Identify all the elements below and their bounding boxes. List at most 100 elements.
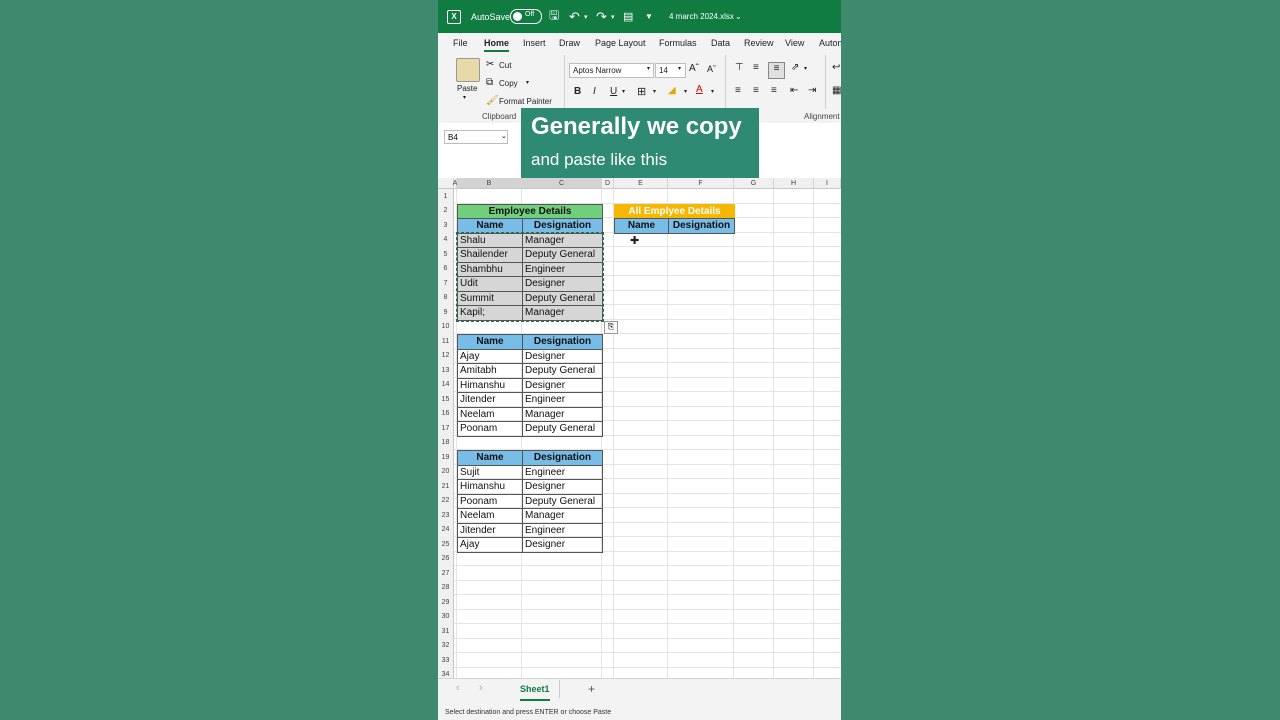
font-color-dropdown-icon[interactable]: ▾ [711,88,714,95]
row-header[interactable]: 7 [438,276,454,291]
add-sheet-button[interactable]: + [588,682,595,696]
row-header[interactable]: 21 [438,479,454,494]
table-cell-designation[interactable]: Deputy General [522,363,603,379]
column-header[interactable]: D [602,178,614,189]
row-header[interactable]: 24 [438,522,454,537]
decrease-indent-icon[interactable]: ⇤ [790,85,798,96]
table-cell-designation[interactable]: Deputy General [522,421,603,437]
cut-label[interactable]: Cut [499,61,511,70]
tab-data[interactable]: Data [711,38,730,48]
table-cell-name[interactable]: Himanshu [457,479,523,495]
row-header[interactable]: 13 [438,363,454,378]
row-header[interactable]: 14 [438,377,454,392]
row-header[interactable]: 9 [438,305,454,320]
paste-label[interactable]: Paste [457,84,477,93]
row-header[interactable]: 10 [438,319,454,334]
table-cell-name[interactable]: Jitender [457,522,523,538]
table-title-all-employee-details[interactable]: All Emplyee Details [614,203,735,219]
tab-review[interactable]: Review [744,38,774,48]
row-header[interactable]: 22 [438,493,454,508]
name-box[interactable]: B4 [444,130,508,144]
filename-chevron-icon[interactable]: ⌄ [735,0,742,33]
tab-insert[interactable]: Insert [523,38,546,48]
table-cell-name[interactable]: Neelam [457,406,523,422]
column-label-name[interactable]: Name [457,334,523,350]
align-left-icon[interactable]: ≡ [735,85,741,96]
row-header[interactable]: 5 [438,247,454,262]
underline-dropdown-icon[interactable]: ▾ [622,88,625,95]
redo-dropdown-icon[interactable]: ▾ [611,0,615,33]
row-header[interactable]: 3 [438,218,454,233]
table-cell-name[interactable]: Poonam [457,421,523,437]
row-header[interactable]: 11 [438,334,454,349]
table-cell-designation[interactable]: Designer [522,479,603,495]
increase-indent-icon[interactable]: ⇥ [808,85,816,96]
copy-dropdown-icon[interactable]: ▾ [526,79,529,86]
row-header[interactable]: 4 [438,232,454,247]
column-header[interactable]: H [774,178,814,189]
column-header[interactable]: C [522,178,602,189]
column-header[interactable]: F [668,178,734,189]
save-icon[interactable]: 🖫 [549,0,559,33]
row-header[interactable]: 20 [438,464,454,479]
fill-color-icon[interactable]: ◢ [668,85,676,96]
copy-icon[interactable]: ⧉ [486,77,493,88]
increase-font-icon[interactable]: Aˆ [689,63,699,74]
orientation-dropdown-icon[interactable]: ▾ [804,65,807,72]
tab-automate[interactable]: Autom [819,38,841,48]
table-cell-designation[interactable]: Manager [522,508,603,524]
tab-formulas[interactable]: Formulas [659,38,697,48]
row-header[interactable]: 1 [438,189,454,204]
row-header[interactable]: 8 [438,290,454,305]
row-header[interactable]: 16 [438,406,454,421]
table-cell-designation[interactable]: Engineer [522,464,603,480]
borders-dropdown-icon[interactable]: ▾ [653,88,656,95]
column-header[interactable]: I [814,178,841,189]
table-cell-designation[interactable]: Designer [522,377,603,393]
column-header[interactable]: B [457,178,522,189]
table-cell-name[interactable]: Ajay [457,348,523,364]
row-header[interactable]: 19 [438,450,454,465]
row-header[interactable]: 33 [438,653,454,668]
align-middle-icon[interactable]: ≡ [753,62,759,73]
merge-icon[interactable]: ▦ [832,85,841,96]
paste-icon[interactable] [456,58,480,82]
table-cell-name[interactable]: Poonam [457,493,523,509]
align-bottom-icon[interactable]: ≡ [768,62,785,79]
customize-qat-icon[interactable]: ▼ [645,0,653,33]
cut-icon[interactable]: ✂ [486,59,494,70]
table-cell-name[interactable]: Sujit [457,464,523,480]
tab-home[interactable]: Home [484,38,510,52]
font-size-select[interactable]: 14 [655,63,686,78]
row-header[interactable]: 29 [438,595,454,610]
align-center-icon[interactable]: ≡ [753,85,759,96]
copy-label[interactable]: Copy [499,79,518,88]
underline-button[interactable]: U [610,86,617,97]
tab-view[interactable]: View [785,38,804,48]
redo-icon[interactable]: ↷ [596,0,607,33]
autosave-toggle[interactable]: Off [510,9,542,24]
column-header[interactable]: E [614,178,668,189]
column-label-designation[interactable]: Designation [522,334,603,350]
column-label-name[interactable]: Name [457,450,523,466]
bold-button[interactable]: B [574,86,581,97]
undo-dropdown-icon[interactable]: ▾ [584,0,588,33]
row-header[interactable]: 15 [438,392,454,407]
font-size-dropdown-icon[interactable]: ▾ [678,65,681,72]
table-cell-designation[interactable]: Manager [522,406,603,422]
table-cell-designation[interactable]: Engineer [522,392,603,408]
format-painter-label[interactable]: Format Painter [499,97,552,106]
tab-draw[interactable]: Draw [559,38,580,48]
sheet-tab-sheet1[interactable]: Sheet1 [520,679,550,701]
orientation-icon[interactable]: ⇗ [791,62,799,73]
table-cell-name[interactable]: Himanshu [457,377,523,393]
form-icon[interactable]: ▤ [623,0,633,33]
row-header[interactable]: 25 [438,537,454,552]
column-label-designation[interactable]: Designation [668,218,735,234]
row-header[interactable]: 6 [438,261,454,276]
paste-dropdown-icon[interactable]: ▾ [463,94,466,101]
tab-page-layout[interactable]: Page Layout [595,38,646,48]
table-cell-designation[interactable]: Deputy General [522,493,603,509]
font-name-dropdown-icon[interactable]: ▾ [647,65,650,72]
row-header[interactable]: 31 [438,624,454,639]
